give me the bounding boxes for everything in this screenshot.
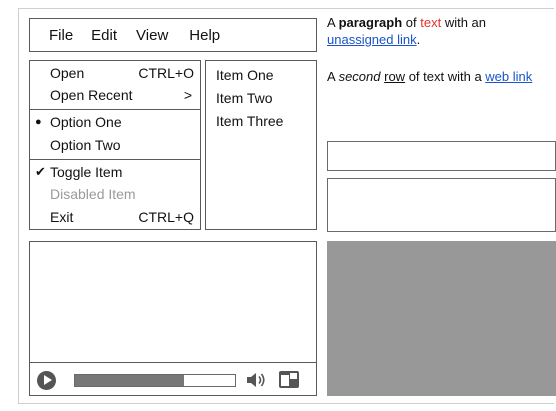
play-icon[interactable]	[37, 371, 56, 390]
paragraph-two: A second row of text with a web link	[327, 68, 556, 85]
radio-dot-icon: ●	[35, 116, 42, 128]
red-text: text	[420, 15, 442, 30]
volume-icon[interactable]	[245, 370, 267, 390]
menu-file[interactable]: File	[30, 27, 73, 44]
item-list: Item One Item Two Item Three	[205, 60, 317, 230]
menu-item-shortcut: CTRL+Q	[138, 209, 194, 225]
menu-item-option-two[interactable]: Option Two	[30, 134, 200, 156]
menu-item-exit[interactable]: Exit CTRL+Q	[30, 206, 200, 228]
checkmark-icon: ✔	[35, 164, 46, 179]
menu-help[interactable]: Help	[168, 27, 220, 44]
video-progress-bar[interactable]	[74, 374, 236, 387]
submenu-arrow-icon: >	[183, 87, 192, 103]
video-controls-divider	[29, 362, 317, 363]
text: A	[327, 69, 339, 84]
bold-text: paragraph	[338, 15, 403, 30]
menu-item-disabled: Disabled Item	[30, 183, 200, 205]
fullscreen-icon[interactable]	[278, 369, 300, 390]
menu-view[interactable]: View	[117, 27, 168, 44]
video-player[interactable]	[29, 241, 317, 396]
menu-bar: File Edit View Help	[29, 18, 317, 52]
menu-separator	[30, 159, 200, 160]
text: of	[402, 15, 421, 30]
list-item[interactable]: Item Two	[216, 90, 273, 106]
menu-item-label: Open	[50, 65, 85, 81]
image-placeholder	[327, 241, 556, 396]
text-area[interactable]	[327, 178, 556, 232]
text: A	[327, 15, 339, 30]
video-progress-fill	[75, 375, 184, 386]
menu-separator	[30, 109, 200, 110]
paragraph-one: A paragraph of text with an unassigned l…	[327, 14, 556, 48]
web-link[interactable]: web link	[485, 69, 532, 84]
menu-item-shortcut: CTRL+O	[138, 65, 194, 81]
menu-item-label: Option Two	[50, 137, 121, 153]
menu-item-label: Open Recent	[50, 87, 133, 103]
menu-item-label: Disabled Item	[50, 186, 136, 202]
text-input[interactable]	[327, 141, 556, 171]
menu-edit[interactable]: Edit	[73, 27, 117, 44]
italic-text: second	[338, 69, 381, 84]
text: of text with a	[405, 69, 486, 84]
menu-item-option-one[interactable]: ● Option One	[30, 111, 200, 133]
menu-item-label: Exit	[50, 209, 74, 225]
list-item[interactable]: Item One	[216, 67, 274, 83]
text: with an	[441, 15, 487, 30]
menu-item-label: Toggle Item	[50, 164, 123, 180]
menu-item-open-recent[interactable]: Open Recent >	[30, 84, 200, 106]
unassigned-link[interactable]: unassigned link	[327, 32, 417, 47]
list-item[interactable]: Item Three	[216, 113, 283, 129]
dropdown-menu: Open CTRL+O Open Recent > ● Option One O…	[29, 60, 201, 230]
underlined-text: row	[384, 69, 406, 84]
menu-item-open[interactable]: Open CTRL+O	[30, 62, 200, 84]
text: .	[416, 32, 421, 47]
menu-item-label: Option One	[50, 114, 122, 130]
menu-item-toggle[interactable]: ✔ Toggle Item	[30, 161, 200, 183]
